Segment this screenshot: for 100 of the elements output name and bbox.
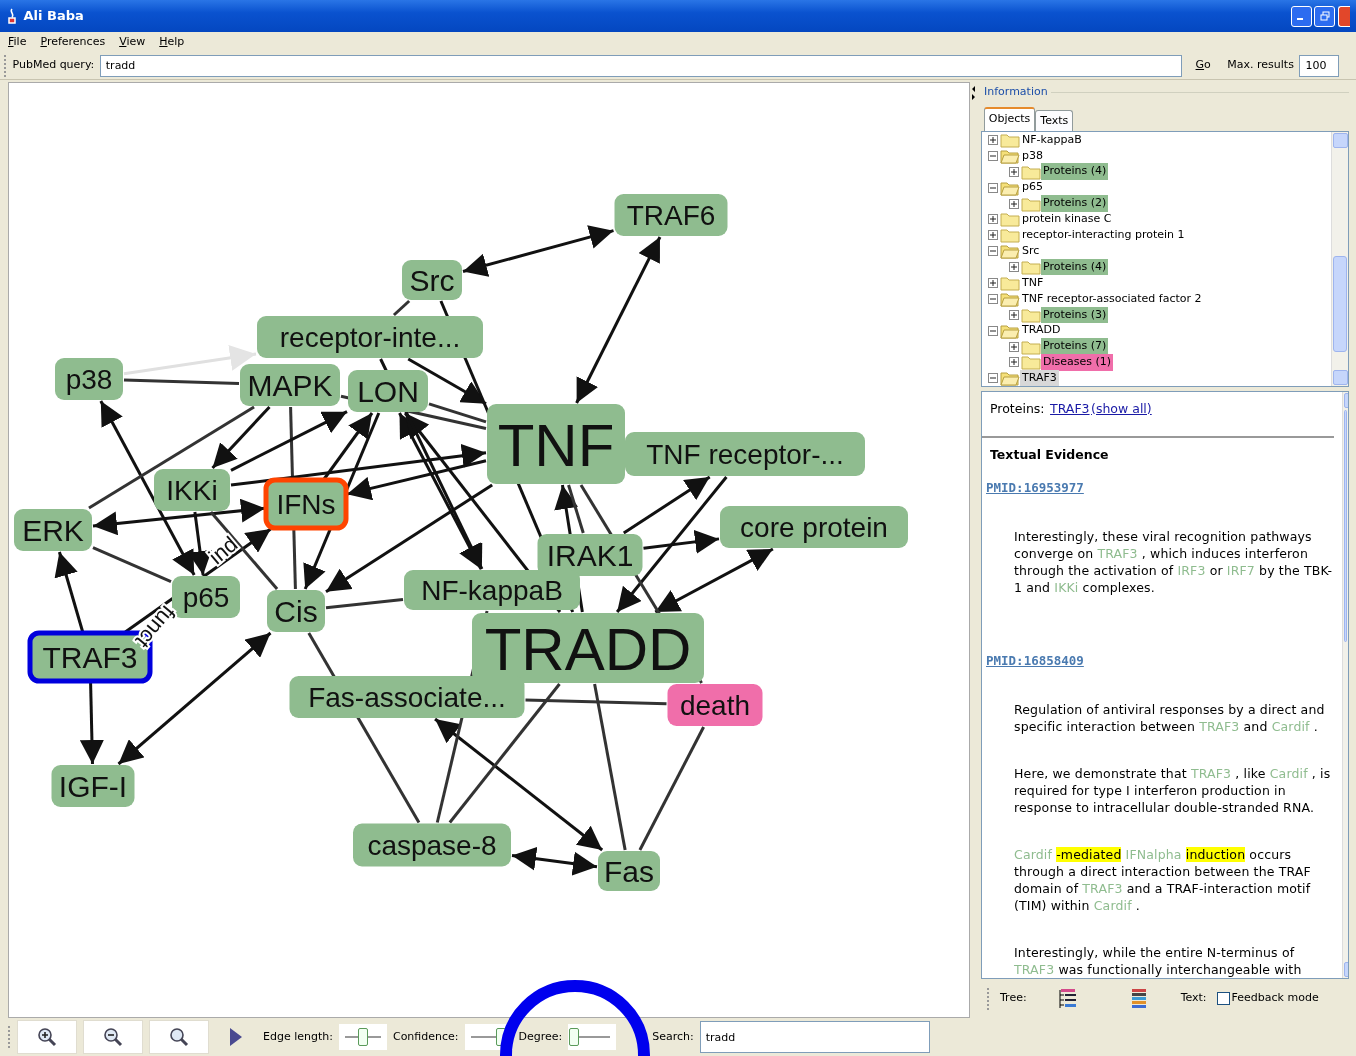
graph-node[interactable]: LON: [348, 370, 428, 412]
edge-line: [392, 299, 411, 317]
tree-item[interactable]: TRAF3: [1020, 370, 1059, 387]
graph-node[interactable]: NF-kappaB: [404, 570, 580, 610]
list-view-icon[interactable]: [1130, 987, 1147, 1010]
tree-label: Tree:: [1000, 990, 1027, 1007]
expander-icon[interactable]: [988, 134, 998, 145]
expander-icon[interactable]: [988, 182, 998, 193]
proteins-label: Proteins:: [990, 399, 1045, 417]
tree-item[interactable]: Src: [1020, 242, 1042, 260]
graph-node[interactable]: caspase-8: [353, 823, 511, 867]
restore-button[interactable]: [1314, 5, 1336, 27]
graph-node[interactable]: death: [667, 684, 763, 726]
protein-link[interactable]: (show all): [1091, 399, 1152, 417]
graph-node[interactable]: TRAF6: [614, 194, 728, 236]
expander-icon[interactable]: [988, 373, 998, 384]
graph-node[interactable]: p38: [55, 358, 123, 400]
search-label: Search:: [652, 1028, 694, 1045]
expander-icon[interactable]: [988, 246, 998, 257]
expander-icon[interactable]: [1009, 309, 1019, 320]
zoom-out-icon[interactable]: [103, 1027, 123, 1047]
tree-item[interactable]: TNF: [1020, 274, 1046, 292]
tree-item[interactable]: TNF receptor-associated factor 2: [1020, 290, 1204, 308]
expander-icon[interactable]: [1009, 166, 1019, 177]
play-icon[interactable]: [229, 1027, 243, 1047]
minimize-button[interactable]: [1290, 5, 1312, 27]
tree-item[interactable]: Proteins (4): [1041, 258, 1109, 276]
zoom-reset-icon[interactable]: [169, 1027, 189, 1047]
restore-icon[interactable]: [1319, 11, 1330, 21]
folder-icon: [1021, 353, 1041, 372]
go-button[interactable]: Go: [1184, 54, 1222, 77]
tree-item[interactable]: Proteins (7): [1041, 338, 1109, 355]
search-field[interactable]: tradd: [699, 1021, 930, 1053]
menu-item[interactable]: View: [119, 33, 146, 51]
tree-item[interactable]: receptor-interacting protein 1: [1020, 227, 1187, 244]
expander-icon[interactable]: [1009, 262, 1019, 273]
folder-icon: [1021, 258, 1041, 277]
protein-link[interactable]: TRAF3: [1050, 399, 1090, 417]
expander-icon[interactable]: [988, 293, 998, 304]
menu-item[interactable]: Preferences: [40, 33, 106, 51]
graph-node[interactable]: TRADD: [472, 613, 704, 683]
evidence-paragraph: Cardif -mediated IFNalpha induction occurs through a direct interaction between the TRAF domain of TRAF3 and a TRAF-interaction motif (TIM) within Cardif .: [1014, 846, 1312, 915]
graph-node[interactable]: Src: [402, 260, 462, 300]
pmid-link[interactable]: PMID:16858409: [986, 652, 1084, 670]
graph-node[interactable]: Cis: [267, 590, 325, 632]
graph-node[interactable]: Fas: [598, 851, 660, 891]
edge-label: ind: [203, 531, 243, 570]
expander-icon[interactable]: [988, 150, 998, 161]
graph-node[interactable]: IGF-I: [51, 765, 135, 807]
graph-node[interactable]: IFNs: [263, 477, 349, 531]
query-field[interactable]: tradd: [99, 54, 1182, 77]
expander-icon[interactable]: [1009, 198, 1019, 209]
expander-icon[interactable]: [988, 325, 998, 336]
graph-node[interactable]: TNF receptor-...: [625, 432, 865, 476]
expander-icon[interactable]: [988, 277, 998, 288]
evidence-paragraph: Regulation of antiviral responses by a direct and specific interaction between TRAF3 and Cardif .: [1014, 701, 1326, 736]
expander-icon[interactable]: [1009, 341, 1019, 352]
expander-icon[interactable]: [988, 214, 998, 225]
menu-item[interactable]: Help: [159, 33, 185, 51]
tree-view-icon[interactable]: [1056, 987, 1077, 1010]
pmid-link[interactable]: PMID:16953977: [986, 479, 1084, 497]
tree-item[interactable]: p65: [1020, 179, 1045, 196]
slider[interactable]: [568, 1024, 617, 1050]
graph-node[interactable]: ERK: [14, 509, 92, 551]
tree-item[interactable]: Proteins (2): [1041, 195, 1109, 212]
tree-item[interactable]: TRADD: [1020, 322, 1063, 339]
expander-icon[interactable]: [1009, 357, 1019, 368]
query-label: PubMed query:: [11, 57, 96, 74]
expander-icon[interactable]: [988, 230, 998, 241]
tree-item[interactable]: protein kinase C: [1020, 211, 1114, 228]
scrollbar[interactable]: [1331, 132, 1348, 387]
tree-item[interactable]: Proteins (4): [1041, 163, 1109, 180]
checkbox[interactable]: [1216, 992, 1230, 1006]
app-icon: [6, 8, 18, 24]
slider-label: Degree:: [518, 1028, 563, 1045]
tab[interactable]: Texts: [1035, 109, 1074, 131]
max-results-field[interactable]: 100: [1299, 54, 1340, 77]
tree-item[interactable]: Diseases (1): [1041, 354, 1114, 371]
menu-item[interactable]: File: [8, 33, 27, 51]
zoom-in-icon[interactable]: [37, 1027, 57, 1047]
graph-node[interactable]: IRAK1: [537, 534, 643, 576]
graph-node[interactable]: core protein: [720, 506, 908, 548]
tree-item[interactable]: Proteins (3): [1041, 306, 1109, 323]
evidence-paragraph: Here, we demonstrate that TRAF3 , like Cardif , is required for type I interferon production in response to intracellular double-stranded RNA.: [1014, 765, 1332, 817]
checkbox-label: Feedback mode: [1231, 990, 1319, 1007]
slider[interactable]: [338, 1024, 387, 1050]
splitter-arrows-icon[interactable]: [971, 84, 976, 101]
max-results-label: Max. results: [1226, 57, 1295, 74]
folder-icon: [1000, 226, 1020, 245]
graph-node[interactable]: TNF: [487, 404, 625, 484]
tree-item[interactable]: p38: [1020, 147, 1045, 165]
tab[interactable]: Objects: [983, 106, 1036, 131]
scrollbar[interactable]: [1342, 392, 1348, 979]
graph-node[interactable]: Fas-associate...: [289, 676, 525, 718]
close-button[interactable]: [1338, 5, 1350, 27]
graph-node[interactable]: MAPK: [240, 364, 340, 406]
graph-node[interactable]: IKKi: [154, 469, 230, 511]
graph-node[interactable]: receptor-inte...: [257, 316, 483, 358]
tree-item[interactable]: NF-kappaB: [1020, 132, 1084, 149]
section-heading: Textual Evidence: [990, 446, 1110, 464]
